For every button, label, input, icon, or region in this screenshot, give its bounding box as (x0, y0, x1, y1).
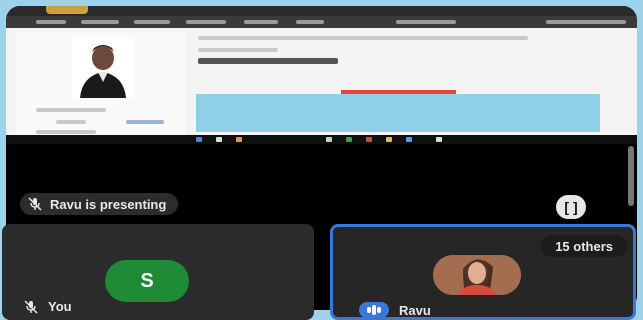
presenting-chip: Ravu is presenting (20, 193, 179, 215)
taskbar-app-icon (236, 137, 242, 142)
text-placeholder (198, 58, 338, 64)
scroll-handle[interactable] (628, 146, 634, 206)
profile-panel (16, 32, 186, 144)
shared-taskbar (6, 135, 637, 144)
taskbar-app-icon (386, 137, 392, 142)
others-count: 15 others (555, 238, 613, 254)
avatar: S (105, 260, 189, 302)
tile-label-you: You (24, 299, 72, 314)
taskbar-app-icon (326, 137, 332, 142)
nav-placeholder (36, 20, 66, 24)
nav-placeholder (186, 20, 226, 24)
participant-name: Ravu (399, 302, 431, 318)
text-placeholder (126, 120, 164, 124)
nav-placeholder (396, 20, 456, 24)
text-placeholder (198, 48, 278, 52)
mic-off-icon (28, 197, 42, 211)
taskbar-app-icon (346, 137, 352, 142)
mic-off-icon (24, 299, 38, 314)
shared-screen-nav (6, 16, 637, 28)
browser-tab-accent (46, 6, 88, 14)
profile-photo (72, 38, 134, 98)
text-placeholder (56, 120, 86, 124)
browser-top-band (6, 6, 637, 16)
taskbar-app-icon (196, 137, 202, 142)
taskbar-app-icon (436, 137, 442, 142)
participant-tile-you[interactable]: S You (2, 224, 314, 320)
nav-placeholder (296, 20, 324, 24)
presenting-text: Ravu is presenting (50, 196, 167, 212)
participant-tile-ravu[interactable]: 15 others Ravu (330, 224, 636, 320)
text-placeholder (198, 36, 528, 40)
taskbar-app-icon (406, 137, 412, 142)
text-placeholder (36, 108, 106, 112)
nav-placeholder (244, 20, 278, 24)
participant-name: You (48, 299, 72, 314)
content-panel (196, 94, 600, 132)
taskbar-app-icon (366, 137, 372, 142)
text-placeholder (36, 130, 96, 134)
avatar (433, 255, 521, 295)
others-count-chip[interactable]: 15 others (541, 235, 627, 257)
fullscreen-button[interactable]: [ ] (556, 195, 586, 219)
nav-placeholder (546, 20, 626, 24)
nav-placeholder (81, 20, 119, 24)
avatar-letter: S (140, 269, 154, 292)
nav-placeholder (134, 20, 170, 24)
taskbar-app-icon (216, 137, 222, 142)
fullscreen-icon: [ ] (564, 199, 578, 215)
shared-screen (6, 16, 637, 144)
